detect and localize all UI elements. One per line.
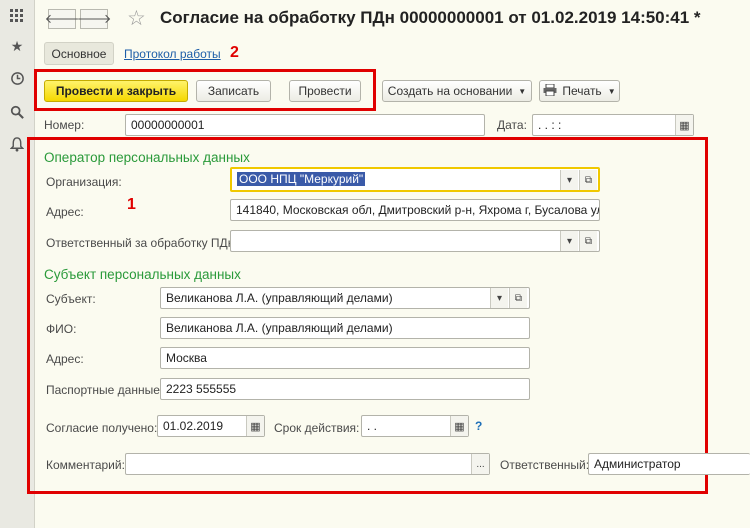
search-icon[interactable] bbox=[7, 102, 27, 122]
tab-protocol[interactable]: Протокол работы bbox=[124, 47, 221, 61]
fio-field[interactable]: Великанова Л.А. (управляющий делами) bbox=[160, 317, 530, 339]
annotation-label-1: 1 bbox=[127, 196, 136, 213]
print-button[interactable]: Печать ▼ bbox=[539, 80, 620, 102]
number-field[interactable]: 00000000001 bbox=[125, 114, 485, 136]
date-label: Дата: bbox=[497, 118, 527, 132]
calendar-icon[interactable]: ▦ bbox=[675, 115, 693, 135]
subject-address-label: Адрес: bbox=[46, 352, 84, 366]
save-button[interactable]: Записать bbox=[196, 80, 271, 102]
create-based-on-button[interactable]: Создать на основании ▼ bbox=[382, 80, 532, 102]
subject-dropdown-icon[interactable]: ▾ bbox=[490, 288, 508, 308]
print-label: Печать bbox=[562, 84, 602, 98]
back-button[interactable]: 🡐 bbox=[45, 9, 79, 29]
operator-address-field[interactable]: 141840, Московская обл, Дмитровский р-н,… bbox=[230, 199, 600, 221]
organization-field[interactable]: ООО НПЦ "Меркурий" bbox=[230, 167, 600, 192]
organization-dropdown-icon[interactable]: ▾ bbox=[560, 170, 578, 190]
comment-select-button[interactable]: ... bbox=[471, 454, 489, 474]
favorite-star-icon[interactable]: ☆ bbox=[127, 6, 146, 31]
comment-field[interactable] bbox=[125, 453, 490, 475]
responsible-pd-label: Ответственный за обработку ПДн: bbox=[46, 236, 238, 250]
history-icon[interactable] bbox=[7, 68, 27, 88]
consent-calendar-icon[interactable]: ▦ bbox=[246, 416, 264, 436]
subject-field[interactable]: Великанова Л.А. (управляющий делами) bbox=[160, 287, 530, 309]
responsible-pd-open-icon[interactable]: ⧉ bbox=[579, 231, 597, 251]
responsible-pd-field[interactable] bbox=[230, 230, 600, 252]
validity-label: Срок действия: bbox=[274, 421, 360, 435]
dropdown-arrow-icon: ▼ bbox=[607, 86, 616, 96]
star-icon[interactable]: ★ bbox=[7, 36, 27, 56]
subject-open-icon[interactable]: ⧉ bbox=[509, 288, 527, 308]
responsible-field[interactable]: Администратор bbox=[588, 453, 750, 475]
annotation-label-2: 2 bbox=[230, 44, 239, 61]
operator-section-title: Оператор персональных данных bbox=[44, 150, 250, 165]
post-button[interactable]: Провести bbox=[289, 80, 361, 102]
arrow-left-icon: 🡐 bbox=[44, 11, 80, 26]
help-icon[interactable]: ? bbox=[475, 419, 482, 433]
post-and-close-button[interactable]: Провести и закрыть bbox=[44, 80, 188, 102]
comment-label: Комментарий: bbox=[46, 458, 125, 472]
subject-address-field[interactable]: Москва bbox=[160, 347, 530, 369]
passport-label: Паспортные данные: bbox=[46, 383, 164, 397]
grid-menu-icon[interactable] bbox=[7, 6, 27, 26]
responsible-pd-dropdown-icon[interactable]: ▾ bbox=[560, 231, 578, 251]
dropdown-arrow-icon: ▼ bbox=[518, 86, 527, 96]
operator-address-label: Адрес: bbox=[46, 205, 84, 219]
date-field[interactable]: . . : : bbox=[532, 114, 694, 136]
arrow-right-icon: 🡒 bbox=[76, 11, 112, 26]
organization-open-icon[interactable]: ⧉ bbox=[579, 170, 597, 190]
number-label: Номер: bbox=[44, 118, 85, 132]
tab-main[interactable]: Основное bbox=[44, 42, 114, 65]
subject-label: Субъект: bbox=[46, 292, 96, 306]
window-title: Согласие на обработку ПДн 00000000001 от… bbox=[160, 8, 701, 27]
fio-label: ФИО: bbox=[46, 322, 77, 336]
validity-calendar-icon[interactable]: ▦ bbox=[450, 416, 468, 436]
bell-icon[interactable] bbox=[7, 134, 27, 154]
passport-field[interactable]: 2223 555555 bbox=[160, 378, 530, 400]
consent-received-label: Согласие получено: bbox=[46, 421, 158, 435]
subject-section-title: Субъект персональных данных bbox=[44, 267, 241, 282]
printer-icon bbox=[543, 83, 557, 99]
responsible-label: Ответственный: bbox=[500, 458, 590, 472]
forward-button[interactable]: 🡒 bbox=[77, 9, 111, 29]
create-based-on-label: Создать на основании bbox=[387, 84, 513, 98]
organization-value: ООО НПЦ "Меркурий" bbox=[237, 172, 366, 186]
date-value: . . : : bbox=[538, 118, 562, 132]
organization-label: Организация: bbox=[46, 175, 122, 189]
